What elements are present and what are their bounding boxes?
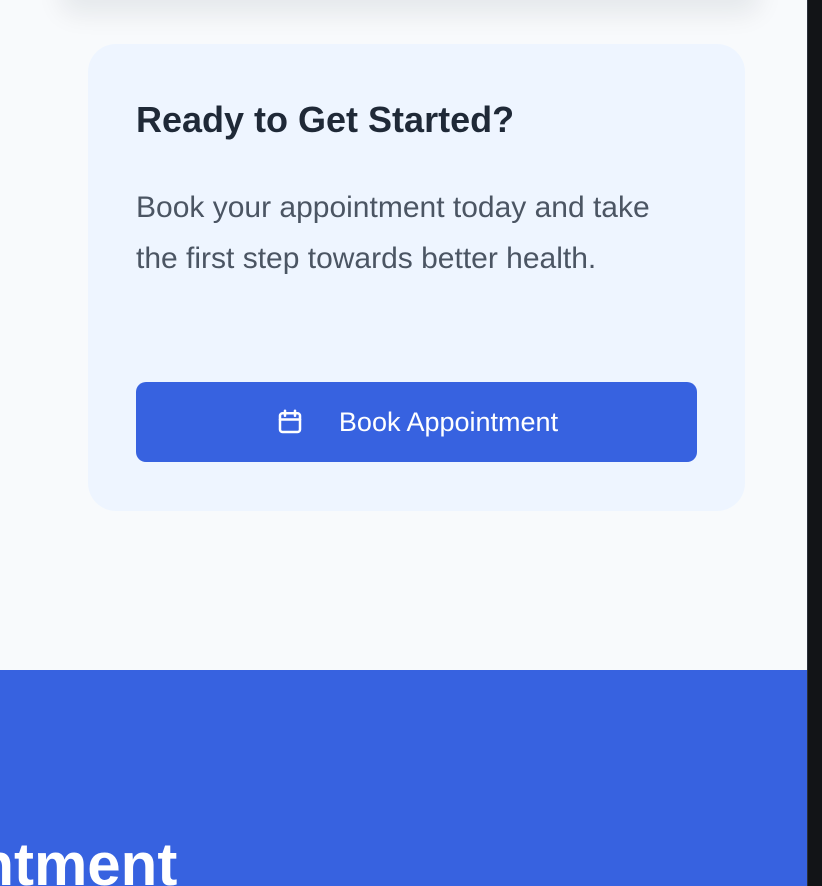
book-appointment-label: Book Appointment xyxy=(338,406,559,437)
dark-window-edge xyxy=(807,0,822,886)
appointment-section: ointment xyxy=(0,670,807,886)
ready-cta-card: Ready to Get Started? Book your appointm… xyxy=(88,44,745,511)
cta-title: Ready to Get Started? xyxy=(136,99,515,140)
cta-description: Book your appointment today and take the… xyxy=(136,191,650,275)
book-appointment-button[interactable]: Book Appointment xyxy=(136,382,697,462)
calendar-icon xyxy=(278,409,302,434)
appointment-section-heading: ointment xyxy=(0,831,178,886)
